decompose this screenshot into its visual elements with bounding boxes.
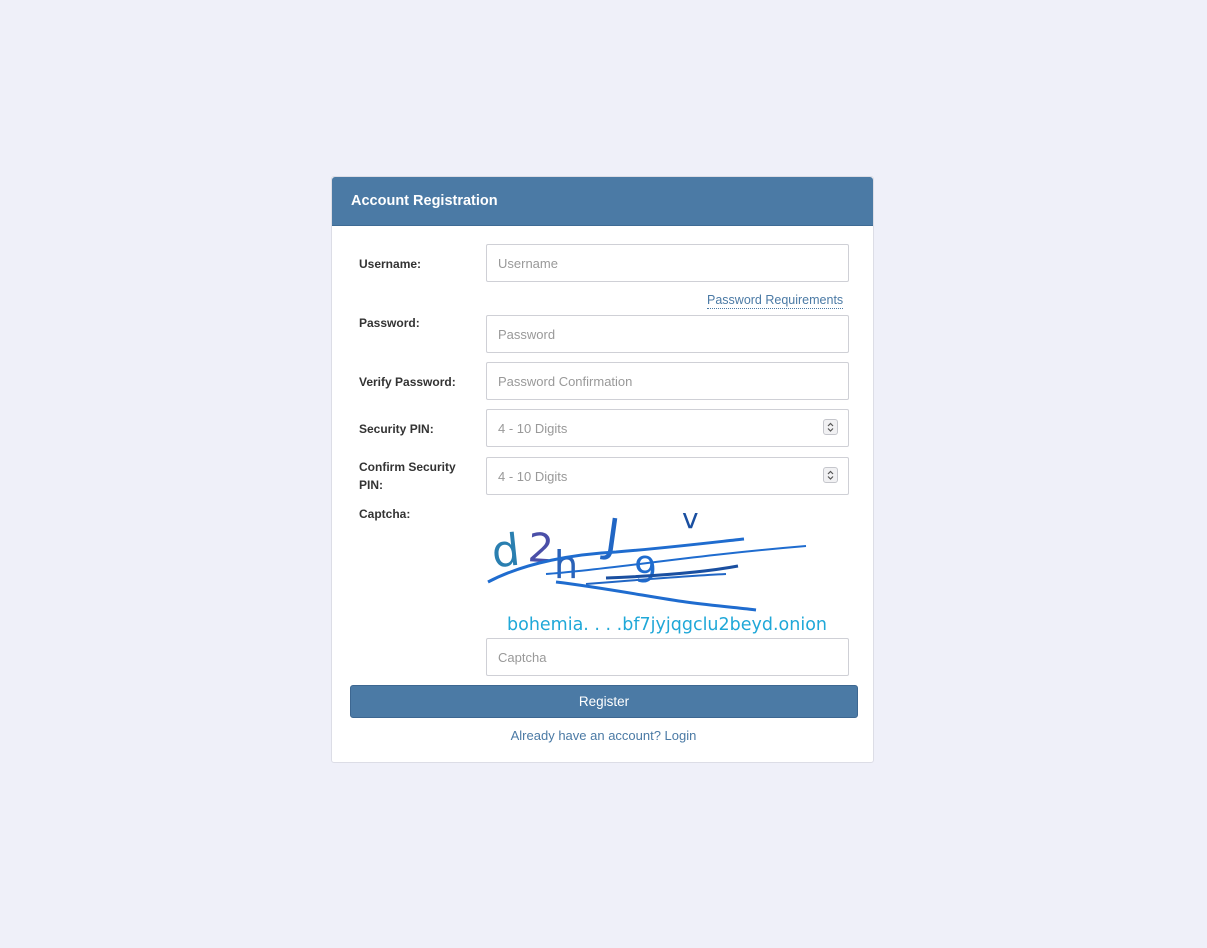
svg-text:h: h [554, 543, 578, 587]
password-input[interactable] [486, 315, 849, 353]
verify-password-label: Verify Password: [359, 375, 456, 389]
captcha-image: d 2 h J 9 v bohemia. . . .bf7jyjqgclu2be… [487, 504, 826, 635]
svg-text:v: v [682, 504, 699, 535]
security-pin-input[interactable] [486, 409, 849, 447]
confirm-security-pin-wrapper [486, 457, 849, 495]
confirm-security-pin-input[interactable] [486, 457, 849, 495]
captcha-label: Captcha: [359, 507, 411, 521]
security-pin-label: Security PIN: [359, 422, 434, 436]
register-button[interactable]: Register [350, 685, 858, 718]
panel-title: Account Registration [332, 177, 873, 226]
password-label: Password: [359, 316, 420, 330]
svg-text:J: J [599, 507, 623, 563]
confirm-security-pin-stepper[interactable] [823, 467, 838, 483]
password-requirements-link[interactable]: Password Requirements [707, 293, 844, 309]
registration-panel: Account Registration Username: Password … [331, 176, 874, 763]
captcha-onion-text: bohemia. . . .bf7jyjqgclu2beyd.onion [507, 615, 826, 635]
username-label: Username: [359, 257, 422, 271]
login-link[interactable]: Already have an account? Login [332, 728, 875, 743]
stepper-arrows-icon [827, 470, 834, 480]
security-pin-wrapper [486, 409, 849, 447]
page: Account Registration Username: Password … [0, 0, 1207, 948]
verify-password-input[interactable] [486, 362, 849, 400]
captcha-input[interactable] [486, 638, 849, 676]
svg-text:9: 9 [634, 550, 657, 591]
security-pin-stepper[interactable] [823, 419, 838, 435]
stepper-arrows-icon [827, 422, 834, 432]
confirm-security-pin-label: Confirm Security PIN: [359, 460, 456, 492]
username-input[interactable] [486, 244, 849, 282]
